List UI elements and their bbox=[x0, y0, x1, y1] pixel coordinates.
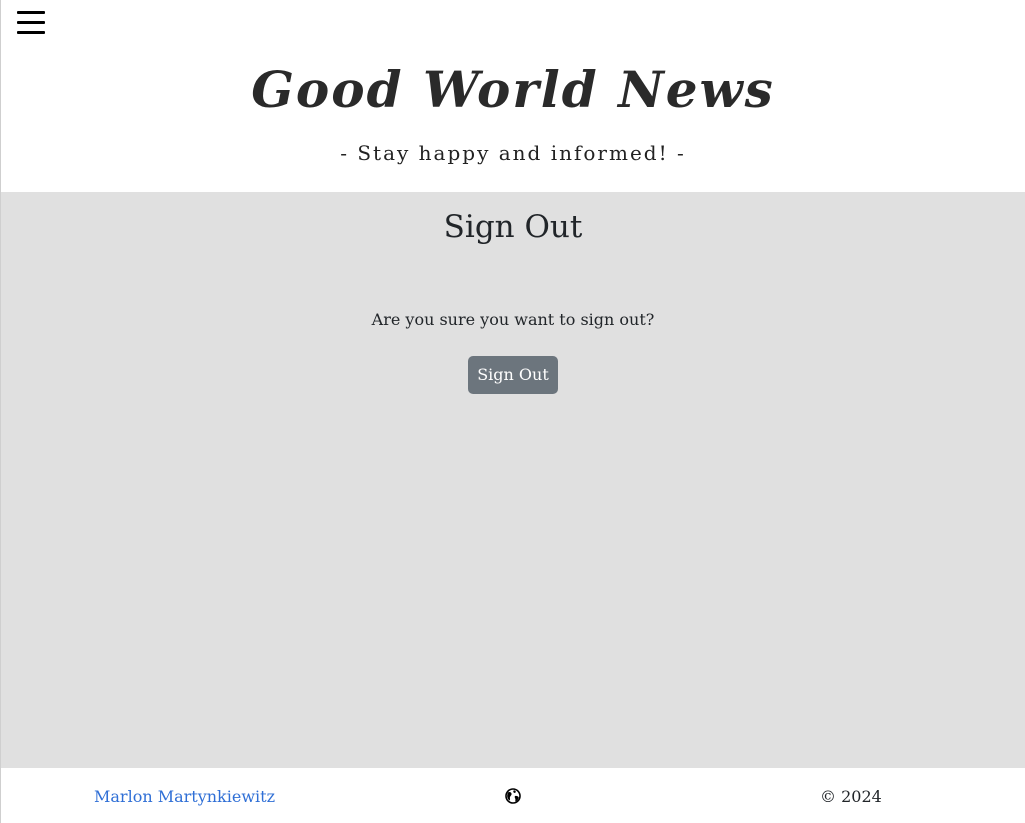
signout-confirm-text: Are you sure you want to sign out? bbox=[371, 310, 655, 329]
site-title[interactable]: Good World News bbox=[1, 52, 1025, 128]
menu-bar-top bbox=[17, 11, 45, 14]
page-title: Sign Out bbox=[443, 209, 583, 245]
page: Good World News - Stay happy and informe… bbox=[0, 0, 1025, 823]
hamburger-menu-icon[interactable] bbox=[17, 11, 45, 35]
site-footer: Marlon Martynkiewitz © 2024 bbox=[1, 768, 1025, 823]
globe-icon-graphic bbox=[505, 788, 521, 804]
menu-bar-middle bbox=[17, 21, 45, 24]
menu-bar-bottom bbox=[17, 31, 45, 34]
main-content: Sign Out Are you sure you want to sign o… bbox=[1, 192, 1025, 768]
globe-icon bbox=[505, 788, 521, 804]
author-link[interactable]: Marlon Martynkiewitz bbox=[94, 785, 275, 809]
site-tagline: - Stay happy and informed! - bbox=[340, 141, 686, 165]
copyright-text: © 2024 bbox=[820, 787, 882, 806]
site-header: Good World News - Stay happy and informe… bbox=[1, 0, 1025, 192]
sign-out-button[interactable]: Sign Out bbox=[468, 356, 558, 394]
